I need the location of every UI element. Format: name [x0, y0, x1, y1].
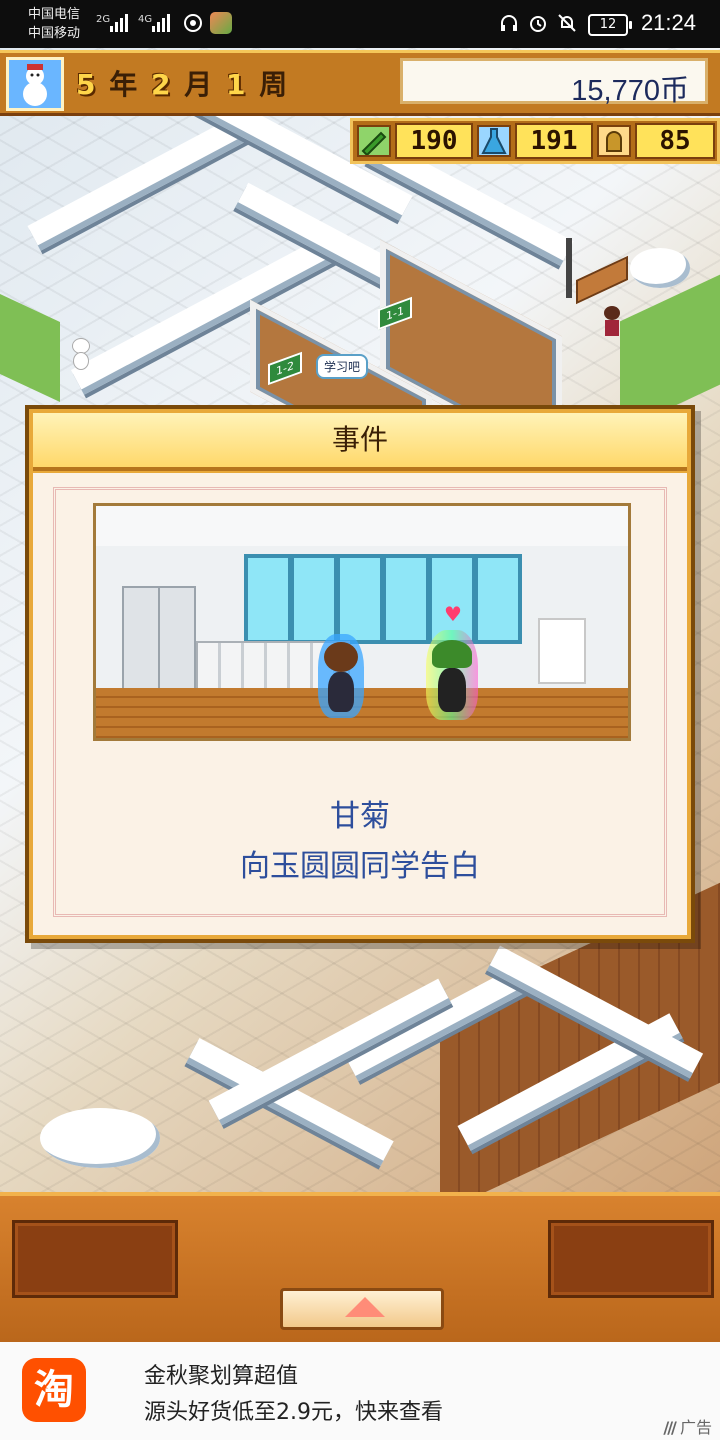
money-value: 15,770币 [571, 75, 689, 107]
snowman [70, 338, 90, 372]
year-unit: 年 [109, 68, 140, 101]
alarm-icon [530, 16, 546, 32]
money-display: 15,770币 [400, 58, 708, 107]
ad-mark-icon: /// [663, 1418, 676, 1437]
scene-window [474, 554, 522, 644]
resource-stats: 190 191 85 [350, 118, 720, 164]
ad-label: /// 广告 [663, 1414, 712, 1438]
ad-tag-text: 广告 [679, 1418, 712, 1437]
headset-icon [501, 15, 517, 31]
scene-ceiling [96, 506, 628, 548]
study-points: 190 [395, 123, 473, 159]
research-points: 191 [515, 123, 593, 159]
month-unit: 月 [184, 68, 215, 101]
carrier-2: 中国移动 [28, 26, 81, 41]
network-type-1: 2G [96, 14, 111, 25]
scene-locker [158, 586, 196, 694]
taobao-logo-icon: 淘 [22, 1358, 86, 1422]
bottom-control-panel [0, 1192, 720, 1346]
carrier-labels: 中国电信 中国移动 [28, 5, 80, 43]
scene-first-aid-cabinet [538, 618, 586, 684]
pencil-icon [357, 125, 391, 157]
event-message: 向玉圆圆同学告白 [240, 849, 480, 884]
expand-menu-button[interactable] [280, 1288, 444, 1330]
battery-indicator: 12 [588, 14, 632, 36]
boy-cap [432, 640, 472, 668]
mute-bell-icon [558, 14, 576, 32]
up-arrow-icon [345, 1297, 385, 1317]
season-snowman-icon[interactable] [6, 57, 64, 111]
ad-subtitle: 源头好货低至2.9元，快来查看 [144, 1400, 443, 1425]
event-dialog[interactable]: 事件 ♥ 甘菊 向玉圆圆同学告白 [25, 405, 695, 943]
carrier-1: 中国电信 [28, 7, 81, 22]
scene-window [336, 554, 384, 644]
heart-icon: ♥ [444, 602, 462, 626]
app-notification-icon [210, 12, 232, 34]
scene-locker [122, 586, 160, 694]
snowy-tree [40, 1108, 160, 1168]
signal-icon [152, 12, 174, 32]
boy-uniform [438, 668, 466, 712]
status-bar: 中国电信 中国移动 2G 4G 12 21:24 [0, 0, 720, 48]
street-lamp [566, 238, 572, 298]
student-character[interactable] [602, 306, 622, 340]
week-unit: 周 [259, 68, 290, 101]
right-menu-slot[interactable] [548, 1220, 714, 1298]
top-hud: 5 年 2 月 1 周 15,770币 [0, 50, 720, 116]
flask-icon [477, 125, 511, 157]
network-type-2: 4G [138, 14, 153, 25]
prestige-points: 85 [635, 123, 715, 159]
bell-icon [597, 125, 631, 157]
scene-window [382, 554, 430, 644]
week-value: 1 [226, 68, 248, 101]
sync-icon [184, 14, 202, 32]
snowy-tree [630, 248, 690, 288]
dialog-title: 事件 [33, 413, 687, 471]
ad-title: 金秋聚划算超值 [144, 1364, 299, 1389]
month-value: 2 [151, 68, 173, 101]
dialog-body: ♥ 甘菊 向玉圆圆同学告白 [33, 473, 687, 935]
year-value: 5 [76, 68, 98, 101]
girl-character [324, 642, 358, 672]
clock: 21:24 [640, 10, 696, 35]
signal-icon [110, 12, 132, 32]
game-date: 5 年 2 月 1 周 [76, 63, 289, 103]
left-menu-slot[interactable] [12, 1220, 178, 1298]
event-scene-image: ♥ [93, 503, 631, 741]
scene-window [244, 554, 292, 644]
scene-window [290, 554, 338, 644]
ad-banner[interactable]: 淘 金秋聚划算超值 源头好货低至2.9元，快来查看 /// 广告 [0, 1342, 720, 1440]
girl-uniform [328, 672, 354, 712]
speech-bubble: 学习吧 [316, 354, 369, 379]
event-character-name: 甘菊 [330, 799, 390, 834]
